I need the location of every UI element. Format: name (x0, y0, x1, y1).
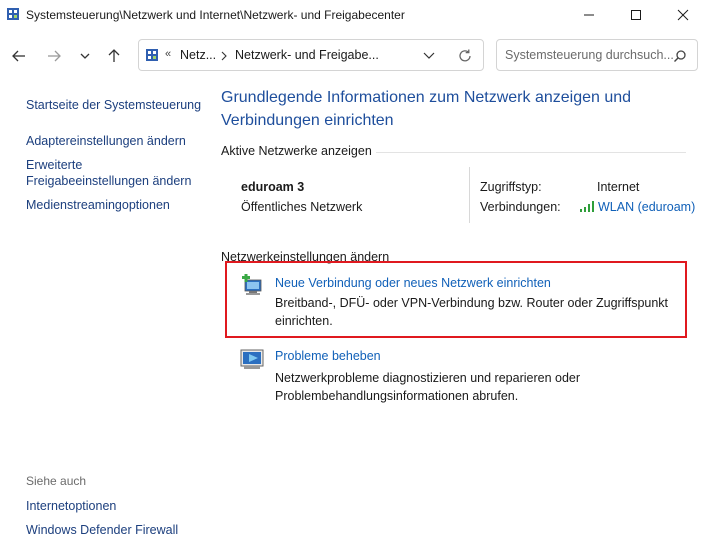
forward-button[interactable] (42, 44, 66, 68)
maximize-icon (631, 10, 641, 20)
chevron-down-icon (80, 53, 90, 59)
network-center-icon (146, 49, 158, 61)
access-type-label: Zugriffstyp: (480, 180, 542, 194)
close-icon (677, 9, 689, 21)
back-button[interactable] (7, 44, 31, 68)
page-title: Grundlegende Informationen zum Netzwerk … (221, 89, 632, 129)
sidebar-link-home[interactable]: Startseite der Systemsteuerung (26, 97, 201, 113)
see-also-heading: Siehe auch (26, 474, 87, 488)
title-bar: Systemsteuerung\Netzwerk und Internet\Ne… (0, 0, 704, 30)
sidebar-link-adapter-settings[interactable]: Adaptereinstellungen ändern (26, 133, 186, 149)
connections-label: Verbindungen: (480, 200, 561, 214)
arrow-right-icon (48, 50, 61, 62)
chevron-right-icon (221, 51, 227, 61)
network-name: eduroam 3 (241, 180, 305, 194)
arrow-left-icon (12, 50, 25, 62)
address-bar[interactable]: « Netz... Netzwerk- und Freigabe... (138, 39, 484, 71)
breadcrumb-item-network[interactable]: Netz... (180, 48, 216, 62)
search-placeholder: Systemsteuerung durchsuch... (505, 48, 674, 62)
troubleshoot-icon (240, 349, 264, 369)
breadcrumb-item-sharing-center[interactable]: Netzwerk- und Freigabe... (235, 48, 379, 62)
navigation-bar: « Netz... Netzwerk- und Freigabe... Syst… (0, 36, 704, 76)
network-type: Öffentliches Netzwerk (241, 200, 363, 214)
arrow-up-icon (108, 49, 120, 62)
troubleshoot-link[interactable]: Probleme beheben (275, 349, 381, 363)
troubleshoot-description: Netzwerkprobleme diagnostizieren und rep… (275, 371, 581, 403)
close-button[interactable] (660, 0, 704, 30)
maximize-button[interactable] (613, 0, 659, 30)
wlan-connection-link[interactable]: WLAN (eduroam) (598, 200, 695, 214)
access-type-value: Internet (597, 180, 640, 194)
active-networks-heading: Aktive Netzwerke anzeigen (221, 144, 376, 158)
sidebar-link-internet-options[interactable]: Internetoptionen (26, 498, 116, 514)
minimize-button[interactable] (566, 0, 612, 30)
sidebar-link-media-streaming[interactable]: Medienstreamingoptionen (26, 197, 170, 213)
recent-locations-button[interactable] (73, 44, 97, 68)
highlight-box (225, 261, 687, 338)
search-input[interactable]: Systemsteuerung durchsuch... (496, 39, 698, 71)
breadcrumb-overflow[interactable]: « (165, 48, 171, 60)
window-title: Systemsteuerung\Netzwerk und Internet\Ne… (26, 8, 405, 22)
search-icon[interactable] (673, 49, 687, 63)
up-button[interactable] (102, 44, 126, 68)
wifi-signal-icon (580, 201, 594, 212)
sidebar-link-firewall[interactable]: Windows Defender Firewall (26, 522, 178, 538)
sidebar-link-advanced-sharing[interactable]: Erweiterte Freigabeeinstellungen ändern (26, 157, 196, 189)
minimize-icon (584, 14, 594, 16)
refresh-icon[interactable] (457, 48, 473, 64)
network-center-icon (7, 8, 19, 20)
network-info-divider (469, 167, 470, 223)
chevron-down-icon[interactable] (423, 51, 435, 61)
